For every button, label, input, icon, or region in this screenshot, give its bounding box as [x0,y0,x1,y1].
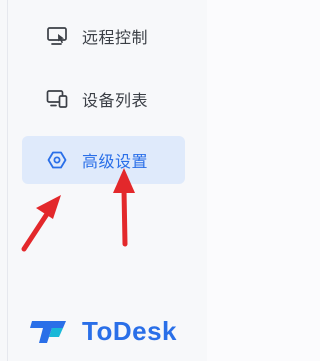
sidebar-divider [7,0,8,361]
sidebar-item-device-list[interactable]: 设备列表 [22,75,185,123]
todesk-logo-icon [30,313,70,349]
sidebar-item-remote-control[interactable]: 远程控制 [22,12,185,60]
sidebar-item-label: 远程控制 [82,28,149,47]
brand-logo: ToDesk [30,315,177,347]
hexagon-settings-icon [46,149,68,171]
remote-control-icon [46,25,68,47]
brand-name: ToDesk [82,315,177,346]
annotation-arrow-left [21,195,61,252]
sidebar: 远程控制 设备列表 高级设置 ToDesk [0,0,207,361]
sidebar-item-label: 高级设置 [82,152,149,171]
sidebar-item-label: 设备列表 [82,91,149,110]
device-list-icon [46,88,68,110]
sidebar-item-advanced-settings[interactable]: 高级设置 [22,136,185,184]
